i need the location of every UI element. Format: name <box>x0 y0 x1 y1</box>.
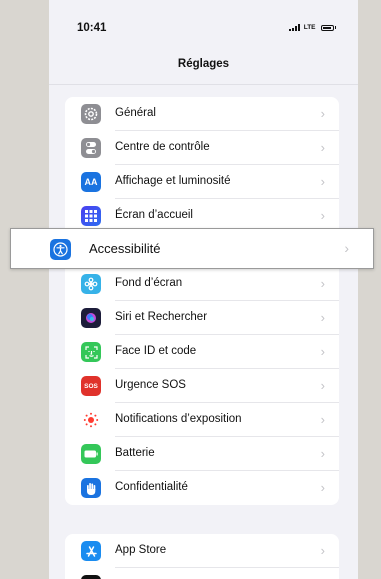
home-grid-icon <box>81 206 101 226</box>
sos-icon: SOS <box>81 376 101 396</box>
settings-row-label: Face ID et code <box>115 345 197 357</box>
settings-row-label: Confidentialité <box>115 481 188 493</box>
app-store-icon <box>81 541 101 561</box>
face-id-icon <box>81 342 101 362</box>
chevron-right-icon: › <box>320 543 325 558</box>
settings-row-label: Batterie <box>115 447 155 459</box>
settings-row-privacy[interactable]: Confidentialité › <box>65 471 339 505</box>
chevron-right-icon: › <box>320 310 325 325</box>
settings-row-app-store[interactable]: App Store › <box>65 534 339 568</box>
chevron-right-icon: › <box>320 378 325 393</box>
chevron-right-icon: › <box>320 208 325 223</box>
settings-group-store: App Store › <box>65 534 339 579</box>
wallpaper-icon <box>81 274 101 294</box>
settings-row-label: Affichage et luminosité <box>115 175 231 187</box>
signal-icon <box>288 24 300 31</box>
settings-row-label: Siri et Rechercher <box>115 311 208 323</box>
settings-row-label: Accessibilité <box>89 241 161 256</box>
chevron-right-icon: › <box>320 344 325 359</box>
chevron-right-icon: › <box>320 480 325 495</box>
chevron-right-icon: › <box>320 140 325 155</box>
settings-row-label: Urgence SOS <box>115 379 186 391</box>
app-icon <box>81 575 101 579</box>
settings-row-exposure-notifications[interactable]: Notifications d’exposition › <box>65 403 339 437</box>
toggle-icon <box>81 138 101 158</box>
status-bar: 10:41 LTE <box>49 0 358 40</box>
siri-icon <box>81 308 101 328</box>
settings-row-emergency-sos[interactable]: SOS Urgence SOS › <box>65 369 339 403</box>
settings-row-face-id[interactable]: Face ID et code › <box>65 335 339 369</box>
battery-icon <box>81 444 101 464</box>
battery-status-icon <box>320 24 334 31</box>
settings-group-main: Général › Centre de contrôle › AA Affich… <box>65 97 339 505</box>
settings-row-wallpaper[interactable]: Fond d’écran › <box>65 267 339 301</box>
settings-row-battery[interactable]: Batterie › <box>65 437 339 471</box>
settings-row-label: Fond d’écran <box>115 277 183 289</box>
text-size-icon: AA <box>81 172 101 192</box>
nav-divider <box>49 84 358 85</box>
settings-row-display[interactable]: AA Affichage et luminosité › <box>65 165 339 199</box>
accessibility-icon <box>50 239 71 260</box>
settings-row-label: Centre de contrôle <box>115 141 210 153</box>
exposure-icon <box>81 410 101 430</box>
chevron-right-icon: › <box>320 174 325 189</box>
settings-row-label: Écran d’accueil <box>115 209 193 221</box>
chevron-right-icon: › <box>320 412 325 427</box>
chevron-right-icon: › <box>344 240 349 256</box>
status-time: 10:41 <box>77 22 107 34</box>
settings-row-siri[interactable]: Siri et Rechercher › <box>65 301 339 335</box>
chevron-right-icon: › <box>320 106 325 121</box>
gear-icon <box>81 104 101 124</box>
chevron-right-icon: › <box>320 446 325 461</box>
settings-row-general[interactable]: Général › <box>65 97 339 131</box>
settings-screen: 10:41 LTE Réglages Général › Centre de c… <box>49 0 358 579</box>
page-title: Réglages <box>177 58 230 70</box>
settings-row-label: Notifications d’exposition <box>115 413 242 425</box>
settings-row-label: App Store <box>115 544 167 556</box>
settings-row-label: Général <box>115 107 156 119</box>
settings-row-control-center[interactable]: Centre de contrôle › <box>65 131 339 165</box>
settings-row-accessibility[interactable]: Accessibilité › <box>10 228 374 269</box>
hand-icon <box>81 478 101 498</box>
settings-row-next[interactable] <box>65 568 339 579</box>
chevron-right-icon: › <box>320 276 325 291</box>
network-type: LTE <box>303 24 316 31</box>
